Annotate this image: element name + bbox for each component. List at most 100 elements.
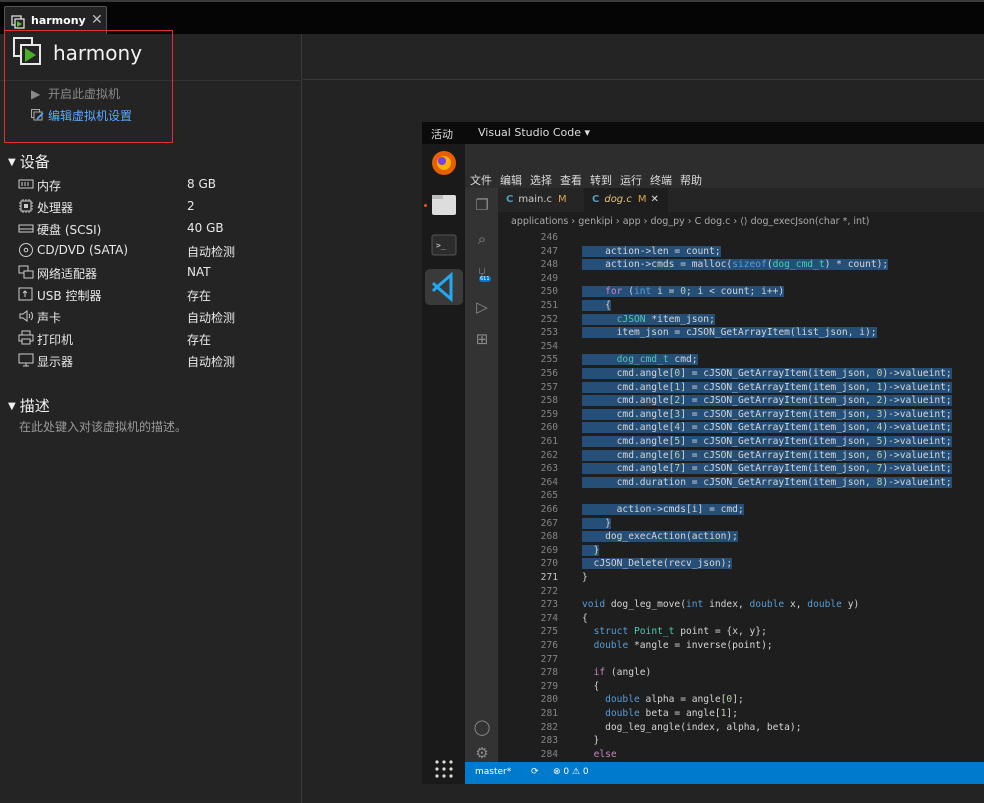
- tab-close-icon[interactable]: ✕: [91, 12, 103, 28]
- sync-icon[interactable]: ⟳: [531, 767, 539, 777]
- device-name: 显示器: [37, 355, 74, 369]
- line-number: 259: [540, 408, 558, 420]
- ubuntu-dock: >_: [422, 144, 465, 784]
- vscode-status-bar: master* ⟳ ⊗ 0 ⚠ 0: [465, 762, 984, 784]
- code-editor[interactable]: 246 247 action->len = count; 248 action->c…: [498, 230, 984, 762]
- selection-highlight: cmd.angle[3] = cJSON_GetArrayItem(item_j…: [582, 408, 952, 420]
- code-text: item_json = cJSON_GetArrayItem(list_json…: [582, 327, 877, 339]
- device-name: CD/DVD (SATA): [37, 243, 129, 257]
- selection-highlight: cJSON_Delete(recv_json);: [582, 558, 733, 570]
- selection-highlight: item_json = cJSON_GetArrayItem(list_json…: [582, 327, 877, 339]
- device-value: 2: [187, 199, 195, 213]
- code-text: for (int i = 0; i < count; i++): [582, 286, 785, 298]
- description-input[interactable]: 在此处键入对该虚拟机的描述。: [19, 418, 187, 435]
- code-line: 246: [498, 232, 984, 246]
- menu-view[interactable]: 查看: [560, 172, 582, 188]
- menu-go[interactable]: 转到: [590, 172, 612, 188]
- memory-icon: [18, 179, 34, 189]
- files-icon[interactable]: [429, 190, 459, 220]
- collapse-triangle-icon: ▼: [8, 401, 16, 412]
- line-number: 249: [540, 272, 558, 284]
- device-row-harddisk[interactable]: 硬盘 (SCSI) 40 GB: [18, 219, 278, 239]
- device-row-network[interactable]: 网络适配器 NAT: [18, 263, 278, 283]
- breadcrumb[interactable]: applications › genkipi › app › dog_py › …: [498, 212, 984, 230]
- terminal-icon[interactable]: >_: [429, 230, 459, 260]
- devices-heading[interactable]: ▼ 设备: [8, 151, 50, 172]
- line-number: 277: [540, 653, 558, 665]
- app-grid-icon[interactable]: [429, 754, 459, 784]
- device-row-usb[interactable]: USB 控制器 存在: [18, 285, 278, 305]
- code-line: 277: [498, 654, 984, 668]
- device-value: 自动检测: [187, 245, 236, 259]
- device-row-display[interactable]: 显示器 自动检测: [18, 351, 278, 371]
- menu-help[interactable]: 帮助: [680, 172, 702, 188]
- firefox-icon[interactable]: [429, 148, 459, 178]
- code-line: 261 cmd.angle[5] = cJSON_GetArrayItem(it…: [498, 436, 984, 450]
- tab-close-icon[interactable]: ✕: [650, 194, 658, 205]
- device-row-sound[interactable]: 声卡 自动检测: [18, 307, 278, 327]
- menu-edit[interactable]: 编辑: [500, 172, 522, 188]
- code-line: 252 cJSON *item_json;: [498, 313, 984, 328]
- problems-indicator[interactable]: ⊗ 0 ⚠ 0: [553, 767, 589, 777]
- device-name: 处理器: [37, 201, 74, 215]
- editor-tab-main-c[interactable]: Cmain.c M: [498, 188, 582, 212]
- description-heading[interactable]: ▼ 描述: [8, 395, 50, 416]
- selection-highlight: cmd.angle[0] = cJSON_GetArrayItem(item_j…: [582, 368, 952, 379]
- activities-button[interactable]: 活动: [431, 126, 453, 142]
- code-text: void dog_leg_move(int index, double x, d…: [582, 599, 860, 611]
- modified-badge: M: [558, 194, 567, 205]
- edit-settings-link[interactable]: 编辑虚拟机设置: [31, 107, 132, 124]
- line-number: 265: [540, 490, 558, 502]
- vm-large-icon: [13, 37, 41, 65]
- device-row-cdrom[interactable]: CD/DVD (SATA) 自动检测: [18, 241, 278, 261]
- device-row-printer[interactable]: 打印机 存在: [18, 329, 278, 349]
- settings-gear-icon[interactable]: ⚙: [473, 744, 491, 762]
- run-debug-icon[interactable]: ▷: [473, 298, 491, 316]
- cdrom-icon: [19, 243, 33, 257]
- git-branch[interactable]: master*: [475, 767, 511, 777]
- device-row-cpu[interactable]: 处理器 2: [18, 197, 278, 217]
- code-line: 264 cmd.duration = cJSON_GetArrayItem(it…: [498, 476, 984, 491]
- app-menu[interactable]: Visual Studio Code ▾: [478, 126, 590, 139]
- power-on-button[interactable]: ▶ 开启此虚拟机: [31, 85, 120, 102]
- device-name: 内存: [37, 179, 62, 193]
- menu-file[interactable]: 文件: [470, 172, 492, 188]
- source-control-icon[interactable]: ⑂ 611: [473, 264, 491, 282]
- code-line: 267 }: [498, 517, 984, 532]
- editor-tabs: Cmain.c M Cdog.c M ✕: [498, 188, 984, 212]
- code-line: 271}: [498, 572, 984, 586]
- extensions-icon[interactable]: ⊞: [473, 330, 491, 348]
- power-on-label: 开启此虚拟机: [48, 87, 121, 101]
- menu-terminal[interactable]: 终端: [650, 172, 672, 188]
- code-text: struct Point_t point = {x, y};: [593, 626, 767, 638]
- vscode-icon[interactable]: [425, 269, 463, 305]
- account-icon[interactable]: ◯: [473, 718, 491, 736]
- code-line: 265: [498, 490, 984, 504]
- code-text: double *angle = inverse(point);: [593, 640, 773, 651]
- line-number: 268: [540, 531, 558, 543]
- menu-selection[interactable]: 选择: [530, 172, 552, 188]
- code-line: 275 struct Point_t point = {x, y};: [498, 626, 984, 640]
- vscode-activity-bar: ❐ ⌕ ⑂ 611 ▷ ⊞ ◯ ⚙: [465, 188, 498, 762]
- code-line: 251 {: [498, 300, 984, 314]
- device-value: 40 GB: [187, 221, 224, 235]
- device-row-memory[interactable]: 内存 8 GB: [18, 175, 278, 195]
- search-icon[interactable]: ⌕: [473, 230, 491, 248]
- code-line: 270 cJSON_Delete(recv_json);: [498, 558, 984, 572]
- menu-run[interactable]: 运行: [620, 172, 642, 188]
- code-text: cmd.duration = cJSON_GetArrayItem(item_j…: [582, 476, 952, 488]
- vm-screen-preview[interactable]: 活动 Visual Studio Code ▾ >_ 文件 编辑 选择 查看 转…: [422, 122, 984, 784]
- explorer-icon[interactable]: ❐: [473, 196, 491, 214]
- selection-highlight: cJSON *item_json;: [582, 313, 715, 325]
- editor-tab-dog-c[interactable]: Cdog.c M ✕: [584, 188, 668, 212]
- code-text: if (angle): [593, 667, 652, 679]
- device-value: 存在: [187, 333, 212, 347]
- code-line: 247 action->len = count;: [498, 245, 984, 260]
- code-text: cmd.angle[0] = cJSON_GetArrayItem(item_j…: [582, 368, 952, 379]
- code-line: 281 double beta = angle[1];: [498, 708, 984, 722]
- sound-icon: [19, 310, 33, 322]
- code-text: }: [582, 517, 611, 529]
- line-number: 282: [540, 721, 558, 733]
- selection-highlight: dog_execAction(action);: [582, 531, 738, 543]
- harddisk-icon: [18, 224, 34, 233]
